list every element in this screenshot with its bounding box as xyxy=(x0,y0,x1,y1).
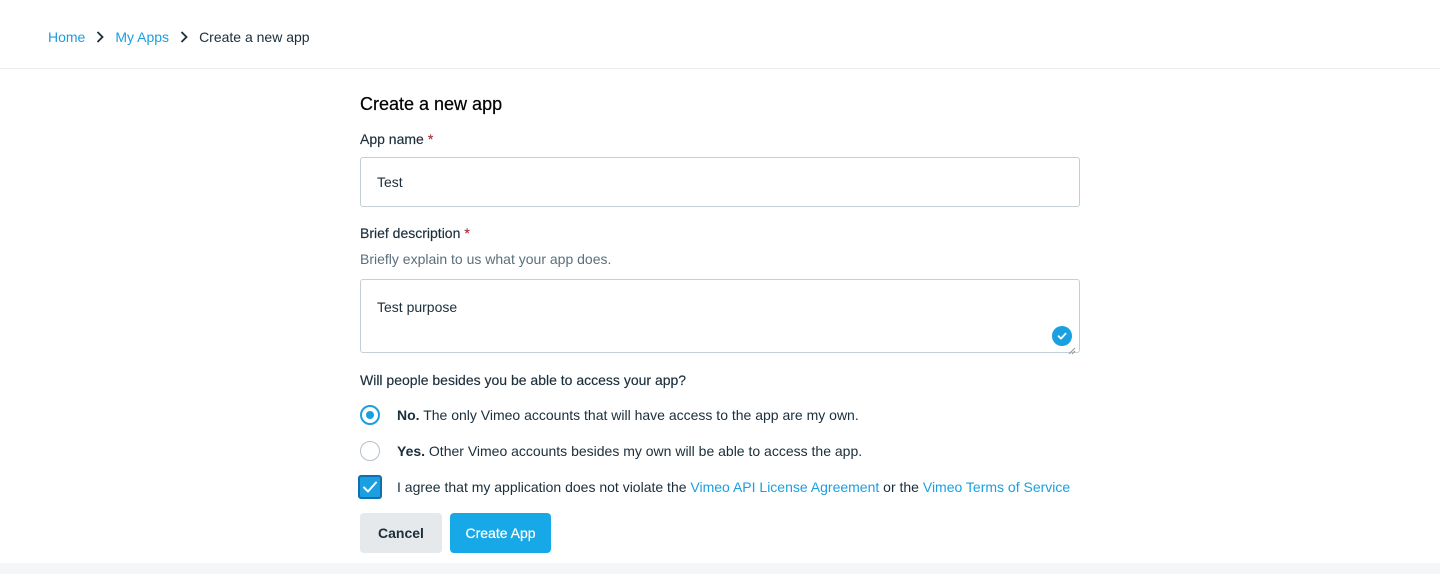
description-textarea[interactable]: Test purpose xyxy=(360,279,1080,353)
app-name-label-text: App name xyxy=(360,131,424,147)
breadcrumb: Home My Apps Create a new app xyxy=(48,28,310,46)
radio-button[interactable] xyxy=(360,441,380,461)
option-emphasis: Yes. xyxy=(397,443,426,459)
app-name-label: App name * xyxy=(360,131,433,147)
agreement-checkbox[interactable] xyxy=(358,475,382,499)
access-option-no-label: No. The only Vimeo accounts that will ha… xyxy=(397,407,859,423)
checkmark-icon xyxy=(363,481,377,493)
description-hint: Briefly explain to us what your app does… xyxy=(360,251,612,267)
cancel-button[interactable]: Cancel xyxy=(360,513,442,553)
option-emphasis: No. xyxy=(397,407,420,423)
option-text: Other Vimeo accounts besides my own will… xyxy=(425,443,863,459)
breadcrumb-current: Create a new app xyxy=(199,29,310,45)
access-option-yes[interactable]: Yes. Other Vimeo accounts besides my own… xyxy=(360,441,862,461)
app-name-input[interactable] xyxy=(360,157,1080,207)
page-title: Create a new app xyxy=(360,94,503,114)
agreement-prefix: I agree that my application does not vio… xyxy=(397,479,691,495)
footer-band xyxy=(0,563,1440,574)
agreement-row: I agree that my application does not vio… xyxy=(358,475,1070,499)
agreement-text: I agree that my application does not vio… xyxy=(397,479,1070,495)
chevron-right-icon xyxy=(179,31,189,43)
radio-button-selected[interactable] xyxy=(360,405,380,425)
terms-of-service-link[interactable]: Vimeo Terms of Service xyxy=(923,479,1070,495)
access-question: Will people besides you be able to acces… xyxy=(360,372,687,388)
access-option-no[interactable]: No. The only Vimeo accounts that will ha… xyxy=(360,405,859,425)
option-text: The only Vimeo accounts that will have a… xyxy=(419,407,859,423)
required-mark: * xyxy=(427,131,434,147)
breadcrumb-home-link[interactable]: Home xyxy=(48,28,85,46)
description-label-text: Brief description xyxy=(360,225,461,241)
access-option-yes-label: Yes. Other Vimeo accounts besides my own… xyxy=(397,443,862,459)
breadcrumb-my-apps-link[interactable]: My Apps xyxy=(115,28,169,46)
description-label: Brief description * xyxy=(360,225,470,241)
create-app-button[interactable]: Create App xyxy=(450,513,551,553)
resize-handle-icon[interactable] xyxy=(1068,342,1076,355)
top-bar: Home My Apps Create a new app xyxy=(0,0,1440,69)
required-mark: * xyxy=(464,225,470,241)
chevron-right-icon xyxy=(95,31,105,43)
api-license-link[interactable]: Vimeo API License Agreement xyxy=(690,479,879,495)
agreement-middle: or the xyxy=(879,479,923,495)
